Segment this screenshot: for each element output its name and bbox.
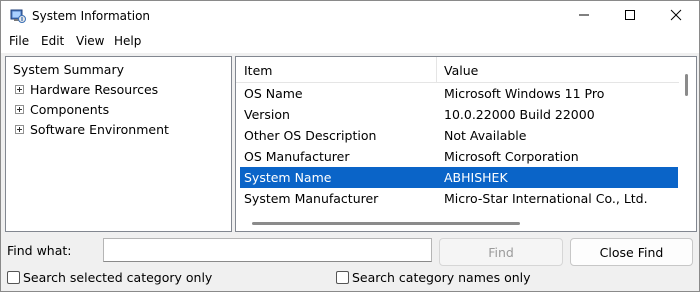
list-row[interactable]: OS Name Microsoft Windows 11 Pro (240, 83, 678, 104)
row-item: OS Name (244, 86, 303, 101)
vertical-scrollbar[interactable] (679, 57, 696, 215)
list-row[interactable]: Version 10.0.22000 Build 22000 (240, 104, 678, 125)
row-item: System Manufacturer (244, 191, 379, 206)
close-find-button[interactable]: Close Find (570, 238, 693, 266)
list-row[interactable]: System Manufacturer Micro-Star Internati… (240, 188, 678, 209)
maximize-button[interactable] (607, 1, 653, 31)
search-names-label: Search category names only (352, 270, 531, 285)
menu-file[interactable]: File (9, 34, 29, 48)
list-row[interactable]: Other OS Description Not Available (240, 125, 678, 146)
close-icon (670, 9, 682, 24)
find-button[interactable]: Find (439, 238, 563, 266)
search-selected-label: Search selected category only (23, 270, 213, 285)
tree-item-label: Hardware Resources (30, 81, 159, 97)
system-info-icon (10, 8, 26, 24)
list-row[interactable]: OS Manufacturer Microsoft Corporation (240, 146, 678, 167)
vertical-scroll-thumb[interactable] (685, 74, 688, 96)
row-value: 10.0.22000 Build 22000 (444, 107, 595, 122)
menu-help[interactable]: Help (114, 34, 141, 48)
row-item: System Name (244, 170, 332, 185)
list-row-selected[interactable]: System Name ABHISHEK (240, 167, 678, 188)
menu-bar: File Edit View Help (1, 31, 699, 53)
tree-item-software-environment[interactable]: Software Environment (15, 119, 169, 139)
column-header-item[interactable]: Item (244, 63, 272, 78)
list-header: Item Value (236, 57, 680, 83)
column-header-value[interactable]: Value (444, 63, 478, 78)
row-value: ABHISHEK (444, 170, 508, 185)
tree-item-label: System Summary (13, 61, 124, 77)
category-tree[interactable]: System Summary Hardware Resources Compon… (5, 56, 232, 232)
horizontal-scroll-thumb[interactable] (252, 222, 520, 225)
menu-view[interactable]: View (76, 34, 104, 48)
row-item: Version (244, 107, 290, 122)
menu-edit[interactable]: Edit (41, 34, 64, 48)
search-selected-checkbox[interactable] (7, 271, 20, 284)
details-list[interactable]: Item Value OS Name Microsoft Windows 11 … (235, 56, 697, 232)
tree-item-system-summary[interactable]: System Summary (11, 59, 126, 79)
find-button-label: Find (488, 244, 514, 260)
minimize-icon (578, 9, 590, 24)
tree-item-label: Components (30, 101, 110, 117)
search-selected-category-option[interactable]: Search selected category only (7, 270, 212, 285)
search-names-checkbox[interactable] (336, 271, 349, 284)
row-value: Not Available (444, 128, 527, 143)
expand-icon[interactable] (15, 104, 24, 114)
find-what-label: Find what: (7, 243, 72, 258)
close-button[interactable] (653, 1, 699, 31)
title-bar[interactable]: System Information (1, 1, 699, 31)
tree-item-label: Software Environment (30, 121, 169, 137)
row-value: Micro-Star International Co., Ltd. (444, 191, 648, 206)
column-divider[interactable] (436, 57, 437, 83)
close-find-button-label: Close Find (599, 244, 664, 260)
maximize-icon (624, 9, 636, 24)
horizontal-scrollbar[interactable] (236, 214, 680, 231)
window-title: System Information (32, 9, 151, 23)
row-value: Microsoft Windows 11 Pro (444, 86, 605, 101)
find-what-input[interactable] (103, 238, 432, 262)
minimize-button[interactable] (561, 1, 607, 31)
row-item: OS Manufacturer (244, 149, 350, 164)
tree-item-hardware-resources[interactable]: Hardware Resources (15, 79, 158, 99)
row-value: Microsoft Corporation (444, 149, 579, 164)
expand-icon[interactable] (15, 84, 24, 94)
expand-icon[interactable] (15, 124, 24, 134)
tree-item-components[interactable]: Components (15, 99, 109, 119)
system-information-window: System Information File Edit View Help S… (0, 0, 700, 292)
search-category-names-option[interactable]: Search category names only (336, 270, 531, 285)
row-item: Other OS Description (244, 128, 377, 143)
